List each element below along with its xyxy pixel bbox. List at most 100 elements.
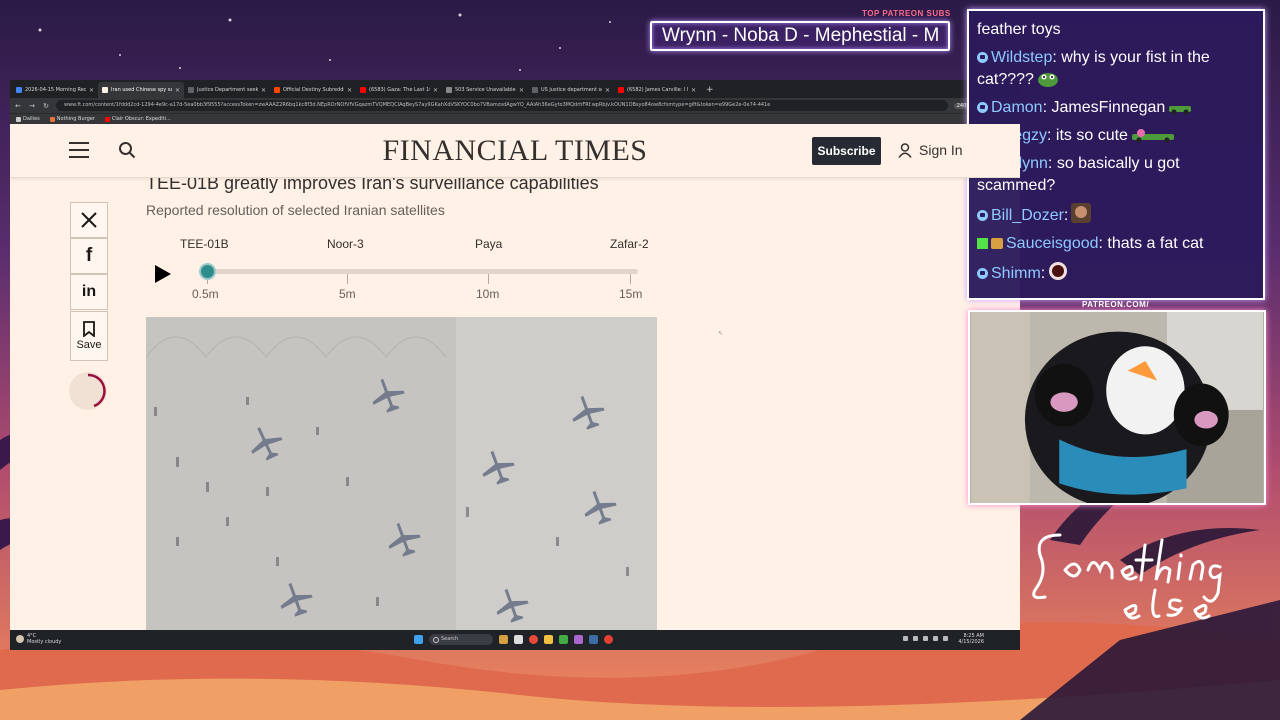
new-tab-button[interactable]: + <box>700 82 720 98</box>
chat-badge-icon <box>977 52 988 63</box>
chat-badge-icon <box>977 102 988 113</box>
patreon-url-label: PATREON.COM/ <box>1082 300 1150 309</box>
sign-in-link[interactable]: Sign In <box>898 142 963 158</box>
save-label: Save <box>76 339 102 351</box>
chat-text: : its so cute <box>1047 127 1128 144</box>
search-icon[interactable] <box>118 141 136 159</box>
resolution-slider-thumb[interactable] <box>199 263 216 280</box>
bookmark-favicon-icon <box>49 116 55 122</box>
weather-description: Mostly cloudy <box>27 639 62 645</box>
bookmark-item[interactable]: Nothing Burger <box>49 116 95 122</box>
address-bar: ← → ↻ www.ft.com/content/1fddd2cd-1294-4… <box>10 98 1020 113</box>
taskbar-apps: Search <box>414 634 613 645</box>
windows-taskbar: 4°C Mostly cloudy Search 8:25 AM 4/15/202… <box>10 630 1020 650</box>
close-tab-icon[interactable]: ✕ <box>175 87 180 94</box>
browser-icon[interactable] <box>529 635 538 644</box>
bookmark-item[interactable]: Clair Obscur: Expediti... <box>104 116 171 122</box>
browser-tab[interactable]: US justice department seeks to✕ <box>528 82 614 98</box>
chat-username: Sauceisgood <box>1006 235 1099 252</box>
chat-text: : <box>1063 207 1069 224</box>
satellite-label: Paya <box>475 237 503 251</box>
chrome-icon[interactable] <box>604 635 613 644</box>
chat-text: : JamesFinnegan <box>1042 99 1166 116</box>
tab-favicon-icon <box>618 87 624 93</box>
tab-favicon-icon <box>274 87 280 93</box>
chat-badge-icon <box>977 210 988 221</box>
slider-tick-label: 15m <box>619 287 643 301</box>
tab-favicon-icon <box>16 87 22 93</box>
pepe-emote-icon <box>1037 73 1058 87</box>
browser-tab[interactable]: 503 Service Unavailable ✕ <box>442 82 528 98</box>
tray-network-icon[interactable] <box>923 636 928 641</box>
close-tab-icon[interactable]: ✕ <box>261 87 266 94</box>
slider-tick-label: 10m <box>476 287 500 301</box>
app-icon[interactable] <box>559 635 568 644</box>
slider-tick-label: 5m <box>339 287 356 301</box>
tray-mic-icon[interactable] <box>913 636 918 641</box>
task-view-icon[interactable] <box>514 635 523 644</box>
kick-badge-icon <box>977 238 988 249</box>
reload-icon[interactable]: ↻ <box>42 102 50 110</box>
close-tab-icon[interactable]: ✕ <box>519 87 524 94</box>
resolution-slider-track[interactable] <box>207 269 638 274</box>
share-x-button[interactable] <box>70 202 108 238</box>
browser-tab[interactable]: Justice Department seeks to tes✕ <box>184 82 270 98</box>
tray-volume-icon[interactable] <box>933 636 938 641</box>
close-tab-icon[interactable]: ✕ <box>605 87 610 94</box>
chat-text: : thats a fat cat <box>1098 235 1204 252</box>
folder-icon <box>16 116 21 122</box>
browser-tab[interactable]: (6583) Gaza: The Last 100 Years✕ <box>356 82 442 98</box>
steam-icon[interactable] <box>589 635 598 644</box>
close-tab-icon[interactable]: ✕ <box>691 87 696 94</box>
browser-tab[interactable]: Official Destiny Subreddit ✕ <box>270 82 356 98</box>
chat-message: Bill_Dozer: <box>977 203 1255 227</box>
article-subtitle: Reported resolution of selected Iranian … <box>146 202 445 218</box>
chat-message: Sauceisgood: thats a fat cat <box>977 233 1255 255</box>
taskbar-search-input[interactable]: Search <box>429 634 493 645</box>
tab-favicon-icon <box>446 87 452 93</box>
tab-bar: 2026-04-15 Morning Recap - G✕ Iran used … <box>10 80 1020 98</box>
satellite-label: Noor-3 <box>327 237 364 251</box>
tab-favicon-icon <box>360 87 366 93</box>
slider-tick-label: 0.5m <box>192 287 219 301</box>
ball-emote-icon <box>1049 262 1068 280</box>
chat-username: Wildstep <box>991 49 1053 66</box>
chat-username: Bill_Dozer <box>991 207 1064 224</box>
url-input[interactable]: www.ft.com/content/1fddd2cd-1294-4e9c-a1… <box>56 100 948 111</box>
close-tab-icon[interactable]: ✕ <box>89 87 94 94</box>
slider-tick <box>488 274 489 284</box>
satellite-label: Zafar-2 <box>610 237 649 251</box>
slider-tick <box>630 274 631 284</box>
app-icon[interactable] <box>574 635 583 644</box>
browser-tab-active[interactable]: Iran used Chinese spy satellite✕ <box>98 82 184 98</box>
clock-date: 4/15/2026 <box>958 639 984 645</box>
clock[interactable]: 8:25 AM 4/15/2026 <box>958 633 984 645</box>
mouse-cursor-icon: ↖ <box>718 330 724 337</box>
chat-username: Shimm <box>991 265 1041 282</box>
ft-header: FINANCIAL TIMES Subscribe Sign In <box>10 124 1020 178</box>
share-facebook-button[interactable]: f <box>70 238 108 274</box>
play-icon[interactable] <box>152 264 172 284</box>
facebook-icon: f <box>85 245 93 266</box>
browser-tab[interactable]: (6582) James Carville: I Have Tr✕ <box>614 82 700 98</box>
face-emote-icon <box>1071 203 1092 223</box>
x-icon <box>81 212 97 228</box>
forward-icon[interactable]: → <box>28 102 36 110</box>
file-explorer-icon[interactable] <box>544 635 553 644</box>
share-linkedin-button[interactable]: in <box>70 274 108 310</box>
subscribe-button[interactable]: Subscribe <box>812 137 881 165</box>
menu-icon[interactable] <box>69 142 89 158</box>
widgets-icon[interactable] <box>499 635 508 644</box>
tab-favicon-icon <box>532 87 538 93</box>
bookmark-item[interactable]: Dailies <box>16 116 40 122</box>
close-tab-icon[interactable]: ✕ <box>347 87 352 94</box>
back-icon[interactable]: ← <box>14 102 22 110</box>
browser-tab[interactable]: 2026-04-15 Morning Recap - G✕ <box>12 82 98 98</box>
close-tab-icon[interactable]: ✕ <box>433 87 438 94</box>
windows-start-icon[interactable] <box>414 635 423 644</box>
tray-battery-icon[interactable] <box>943 636 948 641</box>
tray-chevron-icon[interactable] <box>903 636 908 641</box>
save-button[interactable]: Save <box>70 311 108 361</box>
weather-widget[interactable]: 4°C Mostly cloudy <box>16 633 61 645</box>
sub-badge-icon <box>991 238 1003 249</box>
